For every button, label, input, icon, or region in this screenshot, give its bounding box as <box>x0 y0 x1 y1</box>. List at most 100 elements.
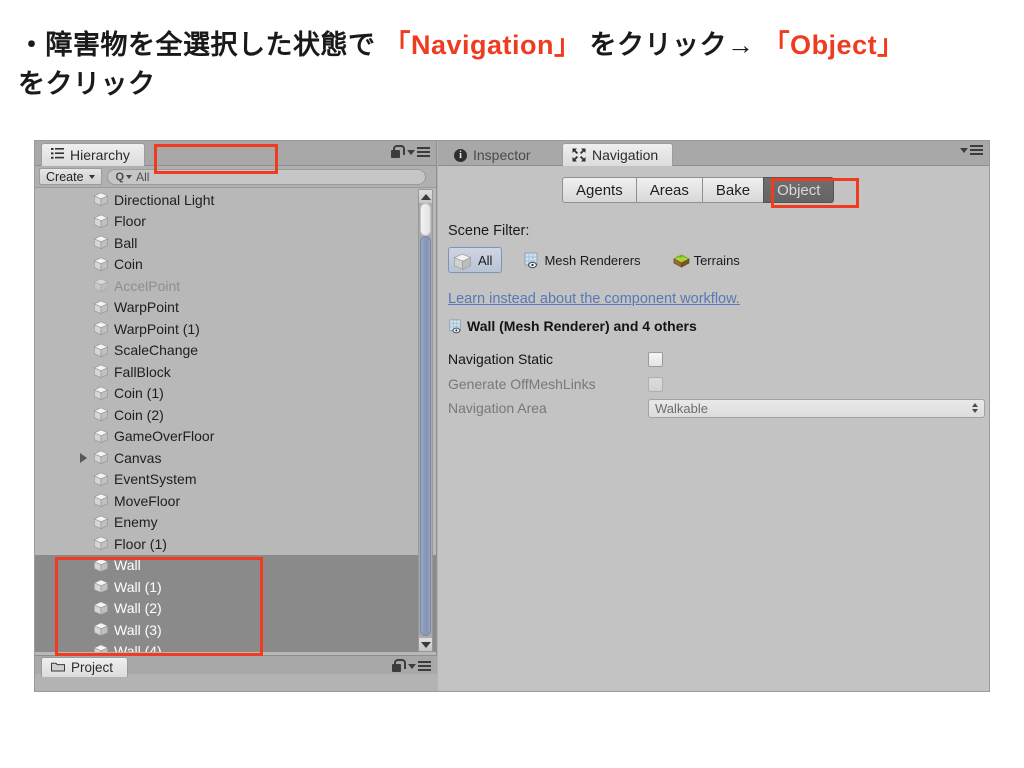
gameobject-cube-icon <box>93 622 109 637</box>
caption-line2: をクリック <box>18 69 156 100</box>
hierarchy-item-wall-2[interactable]: Wall (2) <box>35 597 436 619</box>
hierarchy-item-coin-2[interactable]: Coin (2) <box>35 404 436 426</box>
panel-menu-icon[interactable] <box>960 145 983 155</box>
terrain-icon <box>672 252 690 268</box>
panel-menu-icon[interactable] <box>408 661 431 671</box>
hierarchy-icon <box>51 147 64 163</box>
scroll-up-arrow-icon[interactable] <box>419 190 432 203</box>
tab-navigation-label: Navigation <box>592 147 659 163</box>
panel-menu-icon[interactable] <box>407 147 430 157</box>
scene-filter-label: Scene Filter: <box>448 223 530 239</box>
hierarchy-item-fallblock[interactable]: FallBlock <box>35 361 436 383</box>
hierarchy-item-label: AccelPoint <box>114 277 181 294</box>
hierarchy-item-label: Wall (3) <box>114 621 162 638</box>
navigation-subtabs: Agents Areas Bake Object <box>562 177 835 203</box>
tab-hierarchy-label: Hierarchy <box>70 147 130 163</box>
inspector-panel: i Inspector Navigation Agents Areas Bake… <box>438 141 989 691</box>
hierarchy-list[interactable]: Directional Light Floor Ball Coin AccelPoint… <box>35 189 436 652</box>
subtab-areas[interactable]: Areas <box>635 177 702 203</box>
hierarchy-item-wall-3[interactable]: Wall (3) <box>35 619 436 641</box>
subtab-label: Object <box>777 181 821 199</box>
hierarchy-scrollbar[interactable] <box>418 189 433 652</box>
hierarchy-item-scalechange[interactable]: ScaleChange <box>35 340 436 362</box>
gameobject-cube-icon <box>93 257 109 272</box>
generate-offmeshlinks-label: Generate OffMeshLinks <box>448 376 596 392</box>
navigation-static-checkbox[interactable] <box>648 351 663 367</box>
tab-hierarchy[interactable]: Hierarchy <box>41 143 145 166</box>
tab-inspector[interactable]: i Inspector <box>444 143 546 166</box>
gameobject-cube-icon <box>93 429 109 444</box>
hierarchy-item-warppoint[interactable]: WarpPoint <box>35 297 436 319</box>
hierarchy-item-ball[interactable]: Ball <box>35 232 436 254</box>
filter-all-button[interactable]: All <box>448 247 503 273</box>
filter-all-label: All <box>478 252 493 268</box>
hierarchy-item-label: WarpPoint (1) <box>114 320 200 337</box>
gameobject-cube-icon <box>93 214 109 229</box>
scrollbar-track <box>420 203 431 236</box>
property-generate-offmeshlinks: Generate OffMeshLinks <box>448 374 978 394</box>
generate-offmeshlinks-checkbox[interactable] <box>648 376 663 392</box>
gameobject-cube-icon <box>93 321 109 336</box>
hierarchy-item-floor[interactable]: Floor <box>35 211 436 233</box>
hierarchy-item-directional-light[interactable]: Directional Light <box>35 189 436 211</box>
scroll-down-arrow-icon[interactable] <box>419 638 432 651</box>
caption-highlight-object: 「Object」 <box>762 30 905 60</box>
gameobject-cube-icon <box>93 278 109 293</box>
navigation-area-dropdown[interactable]: Walkable <box>648 398 985 418</box>
subtab-object[interactable]: Object <box>763 177 835 203</box>
hierarchy-item-gameoverfloor[interactable]: GameOverFloor <box>35 426 436 448</box>
hierarchy-item-wall-4[interactable]: Wall (4) <box>35 640 436 652</box>
hierarchy-item-label: MoveFloor <box>114 492 181 509</box>
scrollbar-thumb[interactable] <box>420 236 431 636</box>
filter-terrains-button[interactable]: Terrains <box>667 247 750 273</box>
tab-navigation[interactable]: Navigation <box>562 143 674 166</box>
info-icon: i <box>454 148 467 162</box>
hierarchy-item-wall-1[interactable]: Wall (1) <box>35 576 436 598</box>
lock-icon[interactable] <box>391 659 406 673</box>
hierarchy-item-accelpoint[interactable]: AccelPoint <box>35 275 436 297</box>
hierarchy-item-canvas[interactable]: Canvas <box>35 447 436 469</box>
expand-arrow-icon[interactable] <box>80 453 87 463</box>
tab-project-label: Project <box>71 660 114 675</box>
hierarchy-item-label: Wall (1) <box>114 578 162 595</box>
caption-text-pre: ・障害物を全選択した状態で <box>18 30 384 60</box>
unity-editor-window: Hierarchy Create Q All Directional Light… <box>34 140 990 692</box>
caption-text-mid: をクリック→ <box>581 30 763 60</box>
hierarchy-item-wall[interactable]: Wall <box>35 554 436 576</box>
hierarchy-item-warppoint-1[interactable]: WarpPoint (1) <box>35 318 436 340</box>
search-input[interactable]: Q All <box>106 168 426 185</box>
gameobject-cube-icon <box>93 601 109 616</box>
stepper-icon <box>972 403 978 413</box>
create-button[interactable]: Create <box>39 168 102 185</box>
filter-mesh-renderers-button[interactable]: Mesh Renderers <box>518 247 650 273</box>
subtab-agents[interactable]: Agents <box>562 177 636 203</box>
inspector-tabstrip: i Inspector Navigation <box>438 141 989 166</box>
component-workflow-link[interactable]: Learn instead about the component workfl… <box>448 291 740 307</box>
gameobject-cube-icon <box>93 558 109 573</box>
hierarchy-item-label: Floor <box>114 213 146 230</box>
hierarchy-item-movefloor[interactable]: MoveFloor <box>35 490 436 512</box>
navigation-static-label: Navigation Static <box>448 351 554 367</box>
hierarchy-toolbar: Create Q All <box>35 166 436 188</box>
hierarchy-item-label: Enemy <box>114 514 158 531</box>
hierarchy-item-floor-1[interactable]: Floor (1) <box>35 533 436 555</box>
hierarchy-item-label: Coin (1) <box>114 385 164 402</box>
project-tabstrip: Project <box>35 655 437 677</box>
hierarchy-item-label: Wall <box>114 557 141 574</box>
gameobject-cube-icon <box>93 343 109 358</box>
subtab-bake[interactable]: Bake <box>701 177 764 203</box>
hierarchy-tab-controls <box>390 145 430 159</box>
subtab-label: Agents <box>576 181 623 199</box>
lock-icon[interactable] <box>390 145 405 159</box>
hierarchy-item-label: ScaleChange <box>114 342 199 359</box>
hierarchy-item-enemy[interactable]: Enemy <box>35 512 436 534</box>
hierarchy-item-coin-1[interactable]: Coin (1) <box>35 383 436 405</box>
tab-project[interactable]: Project <box>41 657 129 677</box>
project-tab-controls <box>391 659 431 673</box>
navigation-area-label: Navigation Area <box>448 400 547 416</box>
gameobject-cube-icon <box>93 450 109 465</box>
hierarchy-item-label: Canvas <box>114 449 162 466</box>
property-navigation-static: Navigation Static <box>448 349 978 369</box>
hierarchy-item-coin[interactable]: Coin <box>35 254 436 276</box>
hierarchy-item-eventsystem[interactable]: EventSystem <box>35 469 436 491</box>
